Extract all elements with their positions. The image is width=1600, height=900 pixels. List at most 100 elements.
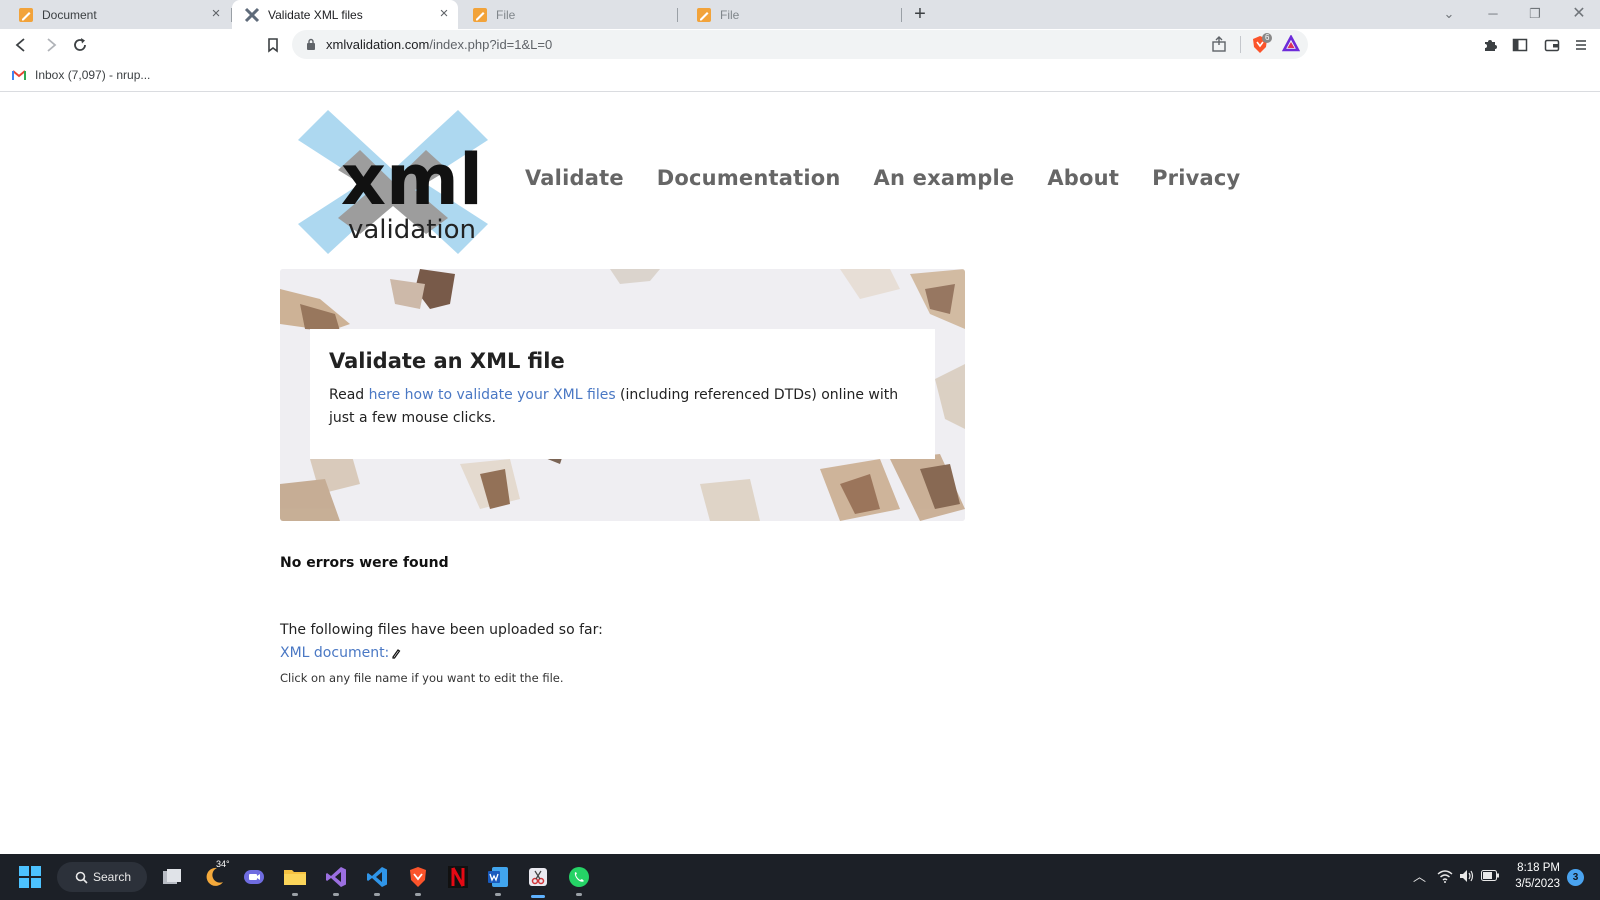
brave-rewards-icon[interactable] — [1282, 35, 1300, 53]
sidebar-button[interactable] — [1508, 33, 1532, 57]
bookmark-button[interactable] — [261, 33, 285, 57]
weather-moon-icon — [206, 867, 223, 886]
nav-about[interactable]: About — [1047, 166, 1119, 190]
new-tab-button[interactable]: + — [909, 4, 931, 26]
taskbar-search-label: Search — [93, 870, 132, 884]
share-icon[interactable] — [1210, 35, 1228, 53]
validation-status: No errors were found — [280, 555, 449, 571]
gmail-icon — [12, 69, 26, 80]
bookmark-gmail-inbox[interactable]: Inbox (7,097) - nrup... — [12, 68, 150, 82]
vscode-button[interactable] — [362, 862, 392, 896]
nav-validate[interactable]: Validate — [525, 166, 624, 190]
xml-document-link[interactable]: XML document: — [280, 645, 401, 661]
clock-time: 8:18 PM — [1517, 862, 1560, 874]
netflix-icon — [448, 866, 468, 888]
bookmark-icon — [268, 38, 278, 53]
task-view-icon — [163, 869, 181, 884]
nav-an-example[interactable]: An example — [874, 166, 1015, 190]
vscode-icon — [367, 867, 387, 887]
page-content: xml validation Validate Documentation An… — [0, 92, 1600, 854]
task-view-button[interactable] — [157, 862, 187, 892]
brave-shields-badge: 6 — [1262, 33, 1273, 43]
back-arrow-icon — [15, 38, 25, 52]
volume-icon[interactable] — [1459, 869, 1475, 883]
visual-studio-icon — [326, 867, 346, 887]
tab-close-button[interactable]: × — [208, 6, 224, 22]
chat-camera-icon — [244, 870, 264, 884]
pencil-doc-icon — [19, 7, 33, 22]
xml-document-link-label: XML document: — [280, 645, 390, 661]
hero-card: Validate an XML file Read here how to va… — [310, 329, 935, 459]
tab-validate-xml[interactable]: Validate XML files × — [232, 0, 458, 29]
brave-browser-button[interactable] — [403, 862, 433, 896]
uploaded-files-label: The following files have been uploaded s… — [280, 622, 603, 638]
address-bar[interactable]: xmlvalidation.com/index.php?id=1&L=0 6 — [292, 30, 1308, 59]
bookmark-label: Inbox (7,097) - nrup... — [35, 68, 151, 82]
whatsapp-icon — [569, 867, 589, 887]
snipping-tool-icon — [529, 868, 547, 886]
folder-icon — [284, 870, 306, 885]
weather-temp: 34° — [216, 859, 230, 869]
lock-icon — [307, 38, 315, 50]
edit-pencil-icon — [392, 649, 401, 659]
tab-divider — [677, 8, 678, 22]
wallet-button[interactable] — [1540, 33, 1564, 57]
whatsapp-button[interactable] — [564, 862, 594, 896]
url-text: xmlvalidation.com/index.php?id=1&L=0 — [326, 37, 552, 52]
taskbar-clock[interactable]: 8:18 PM 3/5/2023 — [1515, 860, 1560, 892]
close-window-button[interactable]: ✕ — [1568, 4, 1590, 24]
forward-button[interactable] — [39, 33, 63, 57]
logo-text: xml — [341, 139, 483, 221]
windows-logo-icon — [19, 866, 41, 888]
menu-button[interactable] — [1569, 33, 1593, 57]
main-nav: Validate Documentation An example About … — [525, 166, 1240, 190]
nav-privacy[interactable]: Privacy — [1152, 166, 1240, 190]
logo-subtext: validation — [348, 215, 476, 245]
pencil-doc-icon — [473, 7, 487, 22]
puzzle-icon — [1485, 40, 1497, 51]
pencil-doc-icon — [697, 7, 711, 22]
hero-title: Validate an XML file — [329, 349, 565, 373]
battery-icon[interactable] — [1481, 870, 1499, 881]
url-domain: xmlvalidation.com — [326, 37, 430, 52]
search-icon — [75, 871, 88, 884]
word-icon — [488, 867, 508, 887]
show-hidden-icons-chevron-icon[interactable]: ︿ — [1413, 866, 1426, 885]
teams-chat-button[interactable] — [239, 862, 269, 892]
netflix-button[interactable] — [443, 862, 473, 892]
wallet-icon — [1544, 39, 1560, 52]
tab-close-button[interactable]: × — [436, 6, 452, 22]
weather-widget[interactable]: 34° — [199, 859, 230, 892]
taskbar-search[interactable]: Search — [57, 862, 147, 892]
tab-file-1[interactable]: File — [460, 0, 682, 29]
notification-badge[interactable]: 3 — [1567, 869, 1584, 886]
word-button[interactable] — [483, 862, 513, 896]
back-button[interactable] — [9, 33, 33, 57]
forward-arrow-icon — [47, 38, 57, 52]
browser-toolbar: xmlvalidation.com/index.php?id=1&L=0 6 — [0, 29, 1600, 62]
wifi-icon[interactable] — [1437, 870, 1453, 883]
nav-documentation[interactable]: Documentation — [657, 166, 841, 190]
hero-howto-link[interactable]: here how to validate your XML files — [369, 387, 616, 403]
snipping-tool-button[interactable] — [523, 862, 553, 898]
tab-file-2[interactable]: File — [684, 0, 902, 29]
windows-taskbar: Search 34° ︿ 8:18 PM 3/5/2023 3 — [0, 854, 1600, 900]
hero-text-before: Read — [329, 387, 369, 403]
restore-button[interactable]: ❐ — [1524, 4, 1546, 24]
tab-search-chevron-icon[interactable]: ⌄ — [1438, 4, 1460, 24]
extensions-button[interactable] — [1478, 33, 1502, 57]
minimize-button[interactable]: ─ — [1482, 4, 1504, 24]
sidebar-icon — [1512, 38, 1528, 52]
visual-studio-button[interactable] — [321, 862, 351, 896]
hero-banner: Validate an XML file Read here how to va… — [280, 269, 965, 521]
reload-button[interactable] — [68, 33, 92, 57]
reload-icon — [74, 38, 86, 51]
tab-document[interactable]: Document × — [6, 0, 230, 29]
brave-lion-icon — [410, 867, 426, 887]
file-explorer-button[interactable] — [280, 862, 310, 896]
tab-strip: Document × Validate XML files × File Fil… — [0, 0, 1600, 29]
start-button[interactable] — [15, 862, 45, 892]
edit-hint: Click on any file name if you want to ed… — [280, 671, 564, 685]
xmlvalidation-logo[interactable]: xml validation — [298, 110, 488, 254]
hamburger-menu-icon — [1576, 40, 1586, 50]
